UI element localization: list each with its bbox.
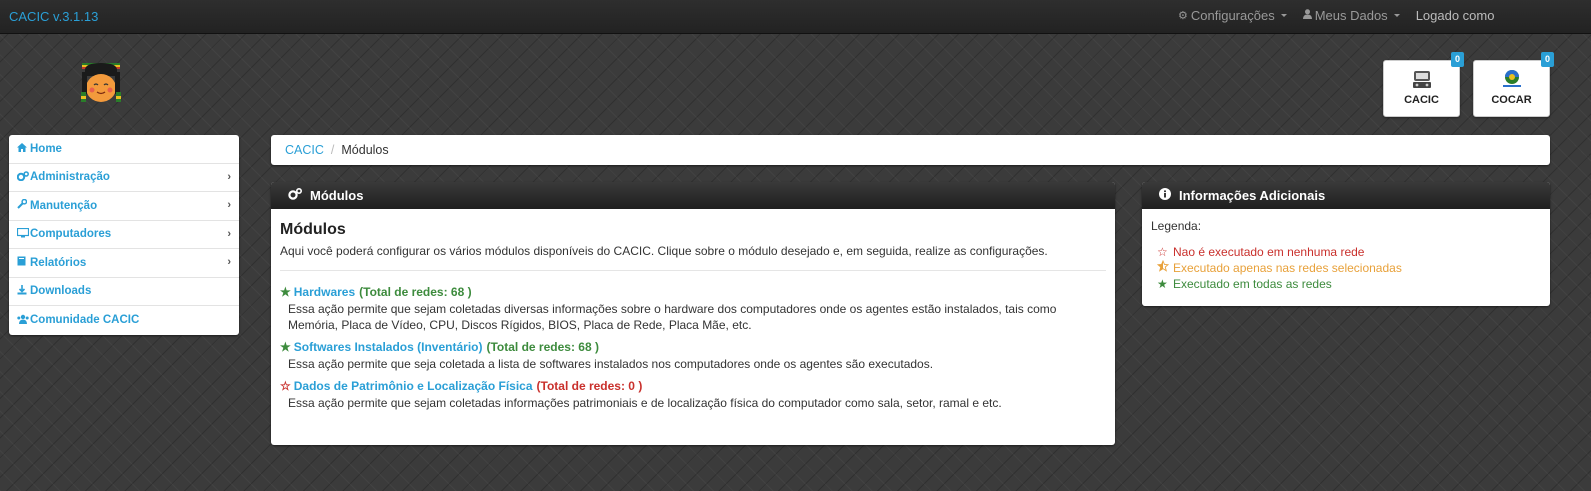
breadcrumb-current: Módulos <box>341 143 389 157</box>
sidebar-item-comunidade[interactable]: Comunidade CACIC <box>9 306 239 335</box>
cacic-app-icon <box>1411 69 1433 94</box>
module-item-hardwares: ★ Hardwares (Total de redes: 68 ) Essa a… <box>280 285 1106 333</box>
chevron-right-icon: › <box>227 256 231 268</box>
star-empty-icon: ☆ <box>1157 245 1168 259</box>
legend-text: Nao é executado em nenhuma rede <box>1173 245 1365 259</box>
desktop-icon <box>16 227 30 241</box>
sidebar-item-home[interactable]: Home <box>9 135 239 164</box>
modulos-intro: Aqui você poderá configurar os vários mó… <box>280 244 1048 258</box>
star-full-icon: ★ <box>1157 277 1168 291</box>
legend-item-none: ☆ Nao é executado em nenhuma rede <box>1151 244 1541 260</box>
sidebar-item-label: Relatórios <box>30 256 87 269</box>
cocar-badge: 0 <box>1541 52 1554 67</box>
sidebar-item-administracao[interactable]: Administração › <box>9 164 239 192</box>
cog-icon: ⚙ <box>1178 10 1188 22</box>
module-item-patrimonio: ☆ Dados de Patrimônio e Localização Físi… <box>280 379 1106 411</box>
legend-item-selected: Executado apenas nas redes selecionadas <box>1151 259 1541 276</box>
cocar-app-label: COCAR <box>1491 94 1532 106</box>
legend-title: Legenda: <box>1151 219 1202 233</box>
modulos-panel-header: Módulos <box>271 182 1115 209</box>
cacic-app-label: CACIC <box>1404 94 1439 106</box>
sidebar-item-computadores[interactable]: Computadores › <box>9 221 239 249</box>
divider <box>280 270 1106 271</box>
user-icon <box>1302 9 1312 22</box>
sidebar-item-downloads[interactable]: Downloads <box>9 278 239 306</box>
chevron-right-icon: › <box>227 170 231 183</box>
module-description: Essa ação permite que sejam coletadas in… <box>288 396 1002 410</box>
modulos-panel: Módulos Módulos Aqui você poderá configu… <box>271 182 1115 445</box>
navbar-right: ⚙ Configurações Meus Dados Logado como <box>1178 8 1510 23</box>
sidebar-item-relatorios[interactable]: Relatórios › <box>9 249 239 278</box>
star-empty-icon: ☆ <box>280 379 291 393</box>
meus-dados-dropdown[interactable]: Meus Dados <box>1302 8 1400 23</box>
logado-label: Logado como <box>1415 8 1495 23</box>
configuracoes-label: Configurações <box>1190 8 1275 23</box>
module-description: Essa ação permite que seja coletada a li… <box>288 357 934 371</box>
module-link-patrimonio[interactable]: Dados de Patrimônio e Localização Física <box>294 379 533 393</box>
info-panel-title: Informações Adicionais <box>1179 188 1326 203</box>
sidebar-item-label: Manutenção <box>30 199 98 212</box>
cogs-icon <box>288 187 303 203</box>
home-icon <box>17 142 30 155</box>
star-half-icon <box>1156 259 1173 276</box>
info-icon <box>1159 188 1171 203</box>
sidebar-item-label: Downloads <box>30 285 92 298</box>
modulos-panel-title: Módulos <box>310 188 364 203</box>
legend-item-all: ★ Executado em todas as redes <box>1151 276 1541 292</box>
wrench-icon <box>17 199 30 212</box>
sidebar-item-label: Computadores <box>30 228 112 241</box>
sidebar-item-label: Comunidade CACIC <box>30 314 140 327</box>
module-description: Memória, Placa de Vídeo, CPU, Discos Ríg… <box>288 318 752 332</box>
module-link-softwares[interactable]: Softwares Instalados (Inventário) <box>294 340 483 354</box>
info-panel-header: Informações Adicionais <box>1142 182 1550 209</box>
meus-dados-label: Meus Dados <box>1314 8 1388 23</box>
cacic-app-button[interactable]: CACIC 0 <box>1383 52 1464 117</box>
module-description: Essa ação permite que sejam coletadas di… <box>288 302 1057 316</box>
module-total: (Total de redes: 68 ) <box>486 340 599 354</box>
star-full-icon: ★ <box>280 340 291 354</box>
sidebar-item-label: Home <box>30 142 62 155</box>
top-navbar: CACIC v.3.1.13 ⚙ Configurações Meus Dado… <box>0 0 1591 34</box>
module-item-softwares: ★ Softwares Instalados (Inventário) (Tot… <box>280 340 1106 372</box>
download-icon <box>17 284 30 298</box>
caret-down-icon <box>1393 14 1400 17</box>
module-link-hardwares[interactable]: Hardwares <box>294 285 355 299</box>
cocar-app-icon <box>1500 69 1524 92</box>
caret-down-icon <box>1280 14 1287 17</box>
logado-como: Logado como <box>1416 8 1495 23</box>
sidebar-item-manutencao[interactable]: Manutenção › <box>9 192 239 221</box>
page-title: Módulos <box>280 221 346 238</box>
breadcrumb-root-link[interactable]: CACIC <box>285 143 324 157</box>
configuracoes-dropdown[interactable]: ⚙ Configurações <box>1178 8 1287 23</box>
users-icon <box>17 314 30 327</box>
legend-text: Executado apenas nas redes selecionadas <box>1173 261 1402 275</box>
module-total: (Total de redes: 0 ) <box>536 379 643 393</box>
cacic-badge: 0 <box>1451 52 1464 67</box>
cogs-icon <box>16 171 30 184</box>
legend-text: Executado em todas as redes <box>1173 277 1332 291</box>
cacic-logo <box>76 60 126 108</box>
book-icon <box>17 256 30 269</box>
chevron-right-icon: › <box>227 227 231 240</box>
breadcrumb-separator: / <box>330 143 335 157</box>
breadcrumb: CACIC / Módulos <box>271 135 1550 165</box>
chevron-right-icon: › <box>227 199 231 211</box>
module-total: (Total de redes: 68 ) <box>359 285 472 299</box>
brand-link[interactable]: CACIC v.3.1.13 <box>9 9 98 24</box>
info-panel: Informações Adicionais Legenda: ☆ Nao é … <box>1142 182 1550 306</box>
sidebar-menu: Home Administração › Manutenção › Comput… <box>9 135 239 335</box>
sidebar-item-label: Administração <box>30 171 110 184</box>
cocar-app-button[interactable]: COCAR 0 <box>1473 52 1554 117</box>
star-full-icon: ★ <box>280 285 291 299</box>
